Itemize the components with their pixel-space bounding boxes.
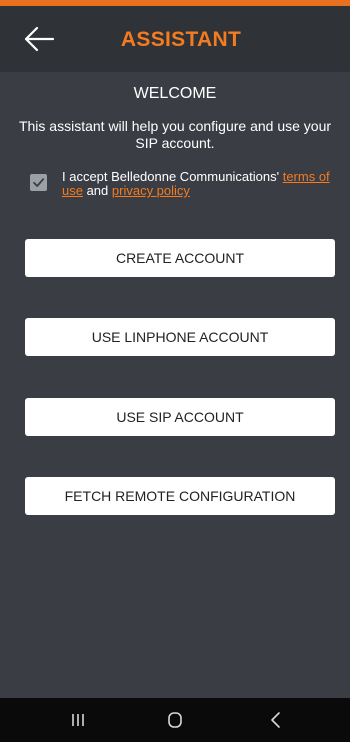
use-sip-account-button[interactable]: USE SIP ACCOUNT (25, 398, 335, 436)
recent-apps-icon[interactable] (66, 708, 90, 732)
use-linphone-account-button[interactable]: USE LINPHONE ACCOUNT (25, 318, 335, 356)
terms-text-middle: and (82, 183, 112, 198)
privacy-policy-link[interactable]: privacy policy (112, 183, 190, 198)
top-bar: ASSISTANT (0, 6, 350, 72)
terms-text: I accept Belledonne Communications' term… (62, 170, 350, 198)
create-account-button[interactable]: CREATE ACCOUNT (25, 239, 335, 277)
back-chevron-icon[interactable] (264, 708, 288, 732)
fetch-remote-configuration-button[interactable]: FETCH REMOTE CONFIGURATION (25, 477, 335, 515)
accept-terms-checkbox[interactable] (30, 174, 47, 191)
welcome-description: This assistant will help you configure a… (18, 118, 332, 151)
page-title: ASSISTANT (120, 28, 242, 51)
system-navigation-bar (0, 698, 350, 742)
terms-text-before: I accept Belledonne Communications' (62, 169, 283, 184)
home-icon[interactable] (163, 708, 187, 732)
welcome-heading: WELCOME (133, 85, 217, 102)
